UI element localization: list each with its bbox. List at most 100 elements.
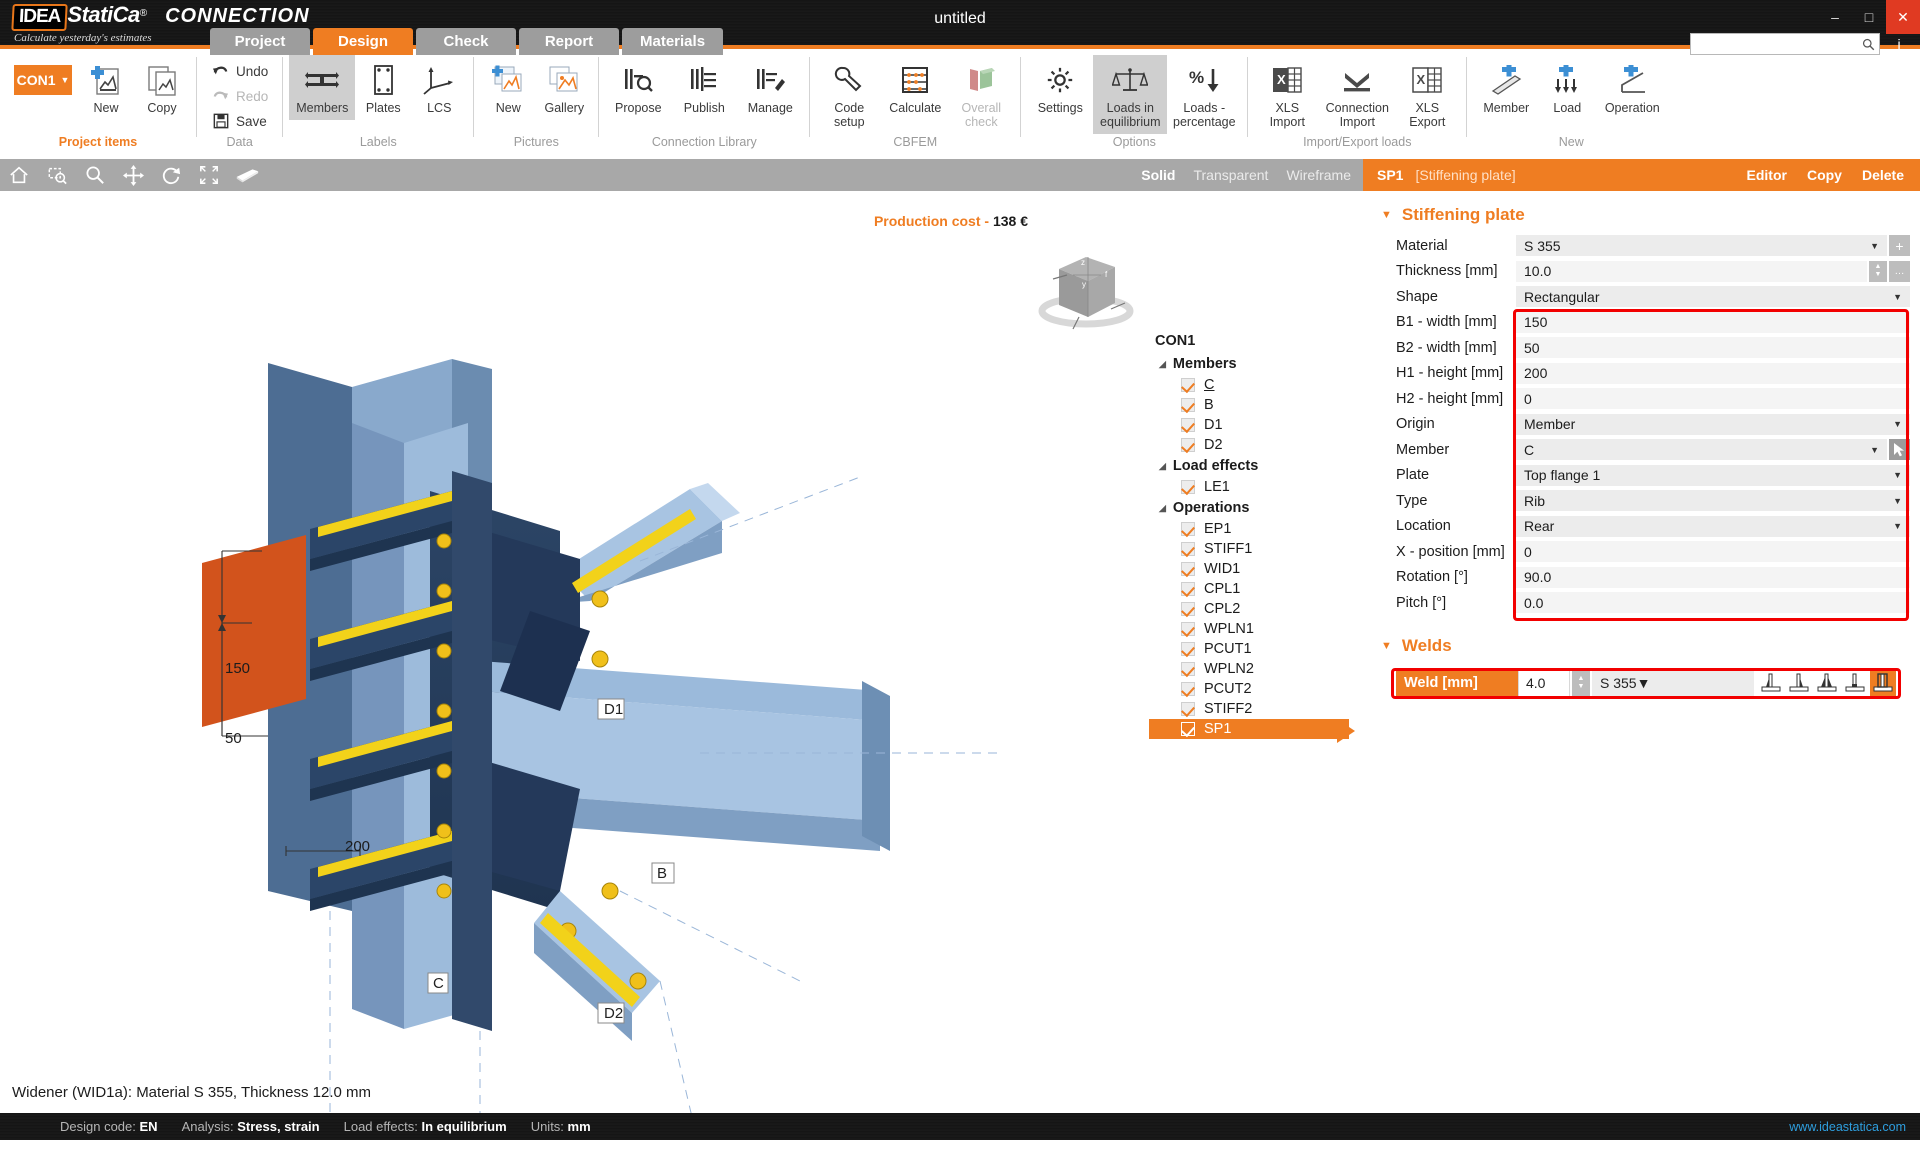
home-icon[interactable] bbox=[0, 159, 38, 191]
info-button[interactable]: i bbox=[1888, 33, 1910, 55]
checkbox[interactable] bbox=[1181, 418, 1195, 432]
copy-action[interactable]: Copy bbox=[1807, 167, 1842, 183]
publish-button[interactable]: Publish bbox=[671, 55, 737, 120]
tree-item-b[interactable]: B bbox=[1149, 395, 1349, 415]
new-picture-button[interactable]: New bbox=[480, 55, 536, 120]
tab-design[interactable]: Design bbox=[313, 28, 413, 55]
add-load-button[interactable]: Load bbox=[1539, 55, 1595, 120]
weld-size-stepper[interactable]: ▲ ▼ bbox=[1572, 669, 1590, 697]
add-member-button[interactable]: Member bbox=[1473, 55, 1539, 120]
tree-group-members[interactable]: ◢ Members bbox=[1149, 353, 1349, 375]
xls-import-button[interactable]: X XLS Import bbox=[1254, 55, 1320, 134]
checkbox[interactable] bbox=[1181, 522, 1195, 536]
weld-size-input[interactable]: 4.0 bbox=[1518, 669, 1570, 697]
loads-in-equilibrium-button[interactable]: Loads in equilibrium bbox=[1093, 55, 1168, 134]
checkbox[interactable] bbox=[1181, 582, 1195, 596]
lcs-labels-button[interactable]: LCS bbox=[411, 55, 467, 120]
b1-width-input[interactable]: 150 bbox=[1516, 311, 1910, 333]
butt-icon[interactable] bbox=[1842, 671, 1868, 696]
full-penetration-icon[interactable] bbox=[1870, 670, 1896, 696]
maximize-button[interactable]: □ bbox=[1852, 0, 1886, 34]
tree-item-wpln2[interactable]: WPLN2 bbox=[1149, 659, 1349, 679]
add-material-button[interactable]: + bbox=[1889, 235, 1910, 257]
undo-button[interactable]: Undo bbox=[207, 59, 272, 83]
render-icon[interactable] bbox=[228, 159, 266, 191]
checkbox[interactable] bbox=[1181, 480, 1195, 494]
member-picker-button[interactable] bbox=[1889, 439, 1910, 461]
x-position-input[interactable]: 0 bbox=[1516, 541, 1910, 563]
h2-height-input[interactable]: 0 bbox=[1516, 388, 1910, 410]
pitch-input[interactable]: 0.0 bbox=[1516, 592, 1910, 614]
tree-item-stiff1[interactable]: STIFF1 bbox=[1149, 539, 1349, 559]
code-setup-button[interactable]: Code setup bbox=[816, 55, 882, 134]
checkbox[interactable] bbox=[1181, 562, 1195, 576]
delete-action[interactable]: Delete bbox=[1862, 167, 1904, 183]
tab-report[interactable]: Report bbox=[519, 28, 619, 55]
new-project-item-button[interactable]: New bbox=[78, 55, 134, 120]
view-mode-solid[interactable]: Solid bbox=[1141, 167, 1175, 183]
checkbox[interactable] bbox=[1181, 378, 1195, 392]
gallery-button[interactable]: Gallery bbox=[536, 55, 592, 120]
rotation-input[interactable]: 90.0 bbox=[1516, 566, 1910, 588]
fillet-right-icon[interactable] bbox=[1786, 671, 1812, 696]
loads-percentage-button[interactable]: % Loads - percentage bbox=[1167, 55, 1241, 134]
search-input[interactable] bbox=[1695, 37, 1862, 51]
double-fillet-icon[interactable] bbox=[1814, 671, 1840, 696]
propose-button[interactable]: Propose bbox=[605, 55, 671, 120]
tree-item-wid1[interactable]: WID1 bbox=[1149, 559, 1349, 579]
close-button[interactable]: ✕ bbox=[1886, 0, 1920, 34]
thickness-more-button[interactable]: … bbox=[1889, 260, 1910, 282]
3d-viewport[interactable]: 150 50 200 D1 B C D2 Production cost - 1… bbox=[0, 191, 1363, 1113]
tab-materials[interactable]: Materials bbox=[622, 28, 724, 55]
checkbox[interactable] bbox=[1181, 662, 1195, 676]
thickness-input[interactable]: 10.0 bbox=[1516, 260, 1867, 282]
tree-item-cpl1[interactable]: CPL1 bbox=[1149, 579, 1349, 599]
tree-item-le1[interactable]: LE1 bbox=[1149, 477, 1349, 497]
rotate-icon[interactable] bbox=[152, 159, 190, 191]
search-box[interactable] bbox=[1690, 33, 1880, 55]
checkbox[interactable] bbox=[1181, 682, 1195, 696]
overall-check-button[interactable]: Overall check bbox=[948, 55, 1014, 134]
tree-item-cpl2[interactable]: CPL2 bbox=[1149, 599, 1349, 619]
checkbox[interactable] bbox=[1181, 622, 1195, 636]
tree-item-stiff2[interactable]: STIFF2 bbox=[1149, 699, 1349, 719]
checkbox[interactable] bbox=[1181, 722, 1195, 736]
checkbox[interactable] bbox=[1181, 542, 1195, 556]
tree-item-ep1[interactable]: EP1 bbox=[1149, 519, 1349, 539]
tree-item-d1[interactable]: D1 bbox=[1149, 415, 1349, 435]
welds-section-header[interactable]: ▼ Welds bbox=[1363, 630, 1920, 664]
checkbox[interactable] bbox=[1181, 438, 1195, 452]
xls-export-button[interactable]: X XLS Export bbox=[1394, 55, 1460, 134]
save-button[interactable]: Save bbox=[207, 109, 272, 133]
tab-project[interactable]: Project bbox=[210, 28, 310, 55]
tree-item-pcut1[interactable]: PCUT1 bbox=[1149, 639, 1349, 659]
checkbox[interactable] bbox=[1181, 398, 1195, 412]
view-mode-transparent[interactable]: Transparent bbox=[1193, 167, 1268, 183]
view-mode-wireframe[interactable]: Wireframe bbox=[1286, 167, 1351, 183]
manage-button[interactable]: Manage bbox=[737, 55, 803, 120]
tree-item-c[interactable]: C bbox=[1149, 375, 1349, 395]
thickness-stepper[interactable]: ▲ ▼ bbox=[1869, 260, 1887, 282]
zoom-icon[interactable] bbox=[76, 159, 114, 191]
editor-action[interactable]: Editor bbox=[1747, 167, 1787, 183]
tree-group-operations[interactable]: ◢ Operations bbox=[1149, 497, 1349, 519]
fillet-left-icon[interactable] bbox=[1758, 671, 1784, 696]
checkbox[interactable] bbox=[1181, 602, 1195, 616]
calculate-button[interactable]: Calculate bbox=[882, 55, 948, 120]
origin-combo[interactable]: Member ▼ bbox=[1516, 413, 1910, 435]
weld-material-combo[interactable]: S 355 ▼ bbox=[1592, 669, 1754, 697]
b2-width-input[interactable]: 50 bbox=[1516, 337, 1910, 359]
connection-import-button[interactable]: Connection Import bbox=[1320, 55, 1394, 134]
checkbox[interactable] bbox=[1181, 642, 1195, 656]
members-labels-button[interactable]: Members bbox=[289, 55, 356, 120]
settings-button[interactable]: Settings bbox=[1027, 55, 1093, 120]
tree-item-d2[interactable]: D2 bbox=[1149, 435, 1349, 455]
tree-group-load-effects[interactable]: ◢ Load effects bbox=[1149, 455, 1349, 477]
website-link[interactable]: www.ideastatica.com bbox=[1789, 1120, 1906, 1134]
shape-combo[interactable]: Rectangular ▼ bbox=[1516, 286, 1910, 308]
tab-check[interactable]: Check bbox=[416, 28, 516, 55]
location-combo[interactable]: Rear ▼ bbox=[1516, 515, 1910, 537]
type-combo[interactable]: Rib ▼ bbox=[1516, 490, 1910, 512]
connection-selector[interactable]: CON1 ▼ bbox=[14, 65, 72, 95]
material-combo[interactable]: S 355 ▼ bbox=[1516, 235, 1887, 257]
